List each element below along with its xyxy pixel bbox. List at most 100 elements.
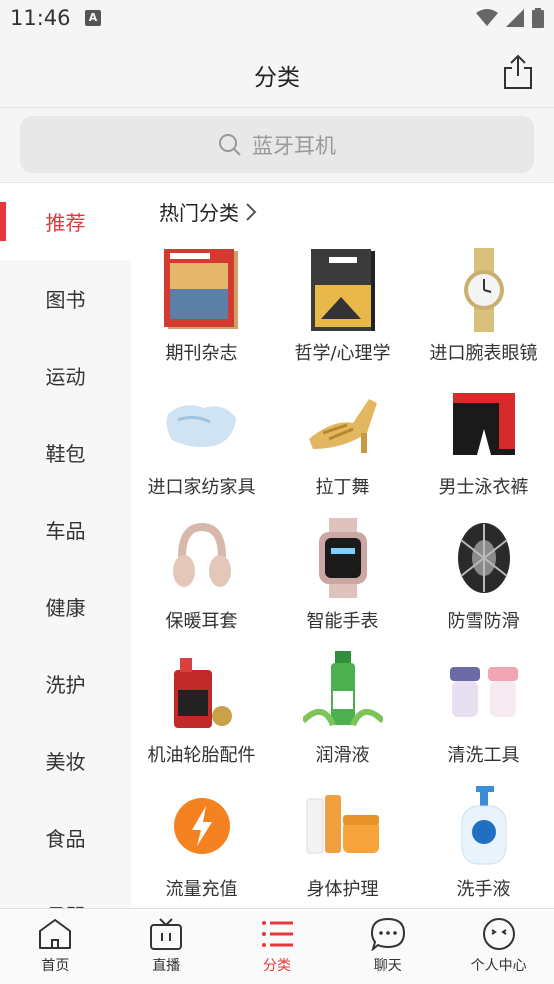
sidebar-item-beauty[interactable]: 美妆	[0, 722, 131, 799]
pillow-icon	[161, 381, 243, 467]
body-care-icon	[302, 783, 384, 869]
share-icon[interactable]	[502, 54, 534, 90]
sidebar-item-label: 图书	[45, 288, 86, 312]
category-label: 流量充值	[165, 879, 238, 900]
hand-wash-icon	[443, 783, 525, 869]
profile-icon	[482, 918, 515, 950]
category-item[interactable]: 润滑液	[272, 649, 413, 783]
category-item[interactable]: 机油轮胎配件	[131, 649, 272, 783]
search-placeholder: 蓝牙耳机	[252, 133, 336, 158]
engine-oil-icon	[161, 649, 243, 735]
category-label: 机油轮胎配件	[147, 745, 256, 766]
category-label: 男士泳衣裤	[438, 477, 529, 498]
category-item[interactable]: 保暖耳套	[131, 515, 272, 649]
sidebar-item-label: 运动	[45, 365, 86, 389]
sidebar-item-wash-care[interactable]: 洗护	[0, 645, 131, 722]
category-label: 防雪防滑	[447, 611, 520, 632]
tab-label: 个人中心	[470, 958, 527, 974]
lubricant-icon	[302, 649, 384, 735]
status-bar: 11:46 A	[0, 0, 554, 38]
category-item[interactable]: 哲学/心理学	[272, 247, 413, 381]
sidebar-item-label: 鞋包	[45, 442, 86, 466]
sidebar-item-label: 车品	[45, 519, 86, 543]
category-item[interactable]: 清洗工具	[413, 649, 554, 783]
page-title: 分类	[254, 65, 300, 91]
wifi-icon	[476, 9, 498, 26]
category-item[interactable]: 进口腕表眼镜	[413, 247, 554, 381]
category-item[interactable]: 智能手表	[272, 515, 413, 649]
book-icon	[302, 247, 384, 333]
sidebar-item-books[interactable]: 图书	[0, 260, 131, 337]
sidebar-item-sports[interactable]: 运动	[0, 337, 131, 414]
sidebar-item-baby[interactable]: 母婴	[0, 876, 131, 908]
tab-chat[interactable]: 聊天	[332, 909, 443, 984]
snow-chain-icon	[443, 515, 525, 601]
category-label: 期刊杂志	[165, 343, 238, 364]
category-item[interactable]: 洗手液	[413, 783, 554, 908]
signal-icon	[506, 9, 524, 27]
magazine-icon	[161, 247, 243, 333]
category-item[interactable]: 流量充值	[131, 783, 272, 908]
status-icons	[476, 8, 544, 28]
lens-case-icon	[443, 649, 525, 735]
tv-icon	[150, 918, 183, 950]
bottom-tab-bar: 首页 直播 分类 聊天 个人中心	[0, 908, 554, 984]
tab-label: 分类	[262, 958, 291, 974]
sidebar-item-label: 洗护	[45, 673, 86, 697]
category-label: 进口家纺家具	[147, 477, 256, 498]
category-content: 热门分类 期刊杂志 哲学/心理学 进口腕表眼镜 进口家纺家具 拉丁舞 男士泳衣裤…	[131, 183, 554, 908]
category-item[interactable]: 期刊杂志	[131, 247, 272, 381]
category-item[interactable]: 防雪防滑	[413, 515, 554, 649]
category-label: 洗手液	[456, 879, 511, 900]
section-header[interactable]: 热门分类	[159, 197, 257, 226]
lightning-icon	[161, 783, 243, 869]
sidebar-item-label: 食品	[45, 827, 86, 851]
category-item[interactable]: 身体护理	[272, 783, 413, 908]
smartwatch-icon	[302, 515, 384, 601]
category-label: 哲学/心理学	[294, 343, 391, 364]
sidebar-item-label: 美妆	[45, 750, 86, 774]
tab-live[interactable]: 直播	[111, 909, 222, 984]
search-icon	[219, 133, 241, 156]
notification-icon: A	[85, 10, 101, 26]
sidebar-item-health[interactable]: 健康	[0, 568, 131, 645]
dance-shoe-icon	[302, 381, 384, 467]
category-item[interactable]: 男士泳衣裤	[413, 381, 554, 515]
battery-icon	[532, 8, 544, 28]
home-icon	[39, 919, 72, 949]
status-time: 11:46	[10, 6, 71, 30]
tab-home[interactable]: 首页	[0, 909, 111, 984]
chevron-right-icon	[246, 202, 257, 221]
sidebar-item-recommend[interactable]: 推荐	[0, 183, 131, 260]
category-label: 进口腕表眼镜	[429, 343, 538, 364]
tab-label: 直播	[152, 958, 181, 974]
sidebar-item-shoes-bags[interactable]: 鞋包	[0, 414, 131, 491]
sidebar-item-car[interactable]: 车品	[0, 491, 131, 568]
sidebar-item-label: 母婴	[46, 900, 86, 908]
tab-label: 聊天	[373, 958, 402, 974]
category-list-icon	[261, 921, 293, 947]
tab-label: 首页	[41, 958, 70, 974]
search-bar: 蓝牙耳机	[0, 108, 554, 183]
tab-profile[interactable]: 个人中心	[443, 909, 554, 984]
sidebar-item-food[interactable]: 食品	[0, 799, 131, 876]
category-label: 保暖耳套	[165, 611, 238, 632]
category-item[interactable]: 拉丁舞	[272, 381, 413, 515]
tab-category[interactable]: 分类	[222, 909, 333, 984]
swim-trunks-icon	[443, 381, 525, 467]
search-input[interactable]: 蓝牙耳机	[20, 116, 534, 173]
category-sidebar: 推荐 图书 运动 鞋包 车品 健康 洗护 美妆 食品 母婴	[0, 183, 131, 908]
earmuff-icon	[161, 515, 243, 601]
category-item[interactable]: 进口家纺家具	[131, 381, 272, 515]
category-grid: 期刊杂志 哲学/心理学 进口腕表眼镜 进口家纺家具 拉丁舞 男士泳衣裤 保暖耳套…	[131, 247, 554, 908]
category-label: 智能手表	[306, 611, 379, 632]
category-label: 清洗工具	[447, 745, 520, 766]
chat-icon	[370, 917, 405, 951]
category-label: 拉丁舞	[315, 477, 370, 498]
sidebar-item-label: 健康	[45, 596, 86, 620]
sidebar-item-label: 推荐	[45, 211, 86, 235]
section-title: 热门分类	[159, 201, 239, 225]
category-label: 润滑液	[315, 745, 370, 766]
watch-icon	[443, 247, 525, 333]
category-label: 身体护理	[306, 879, 379, 900]
